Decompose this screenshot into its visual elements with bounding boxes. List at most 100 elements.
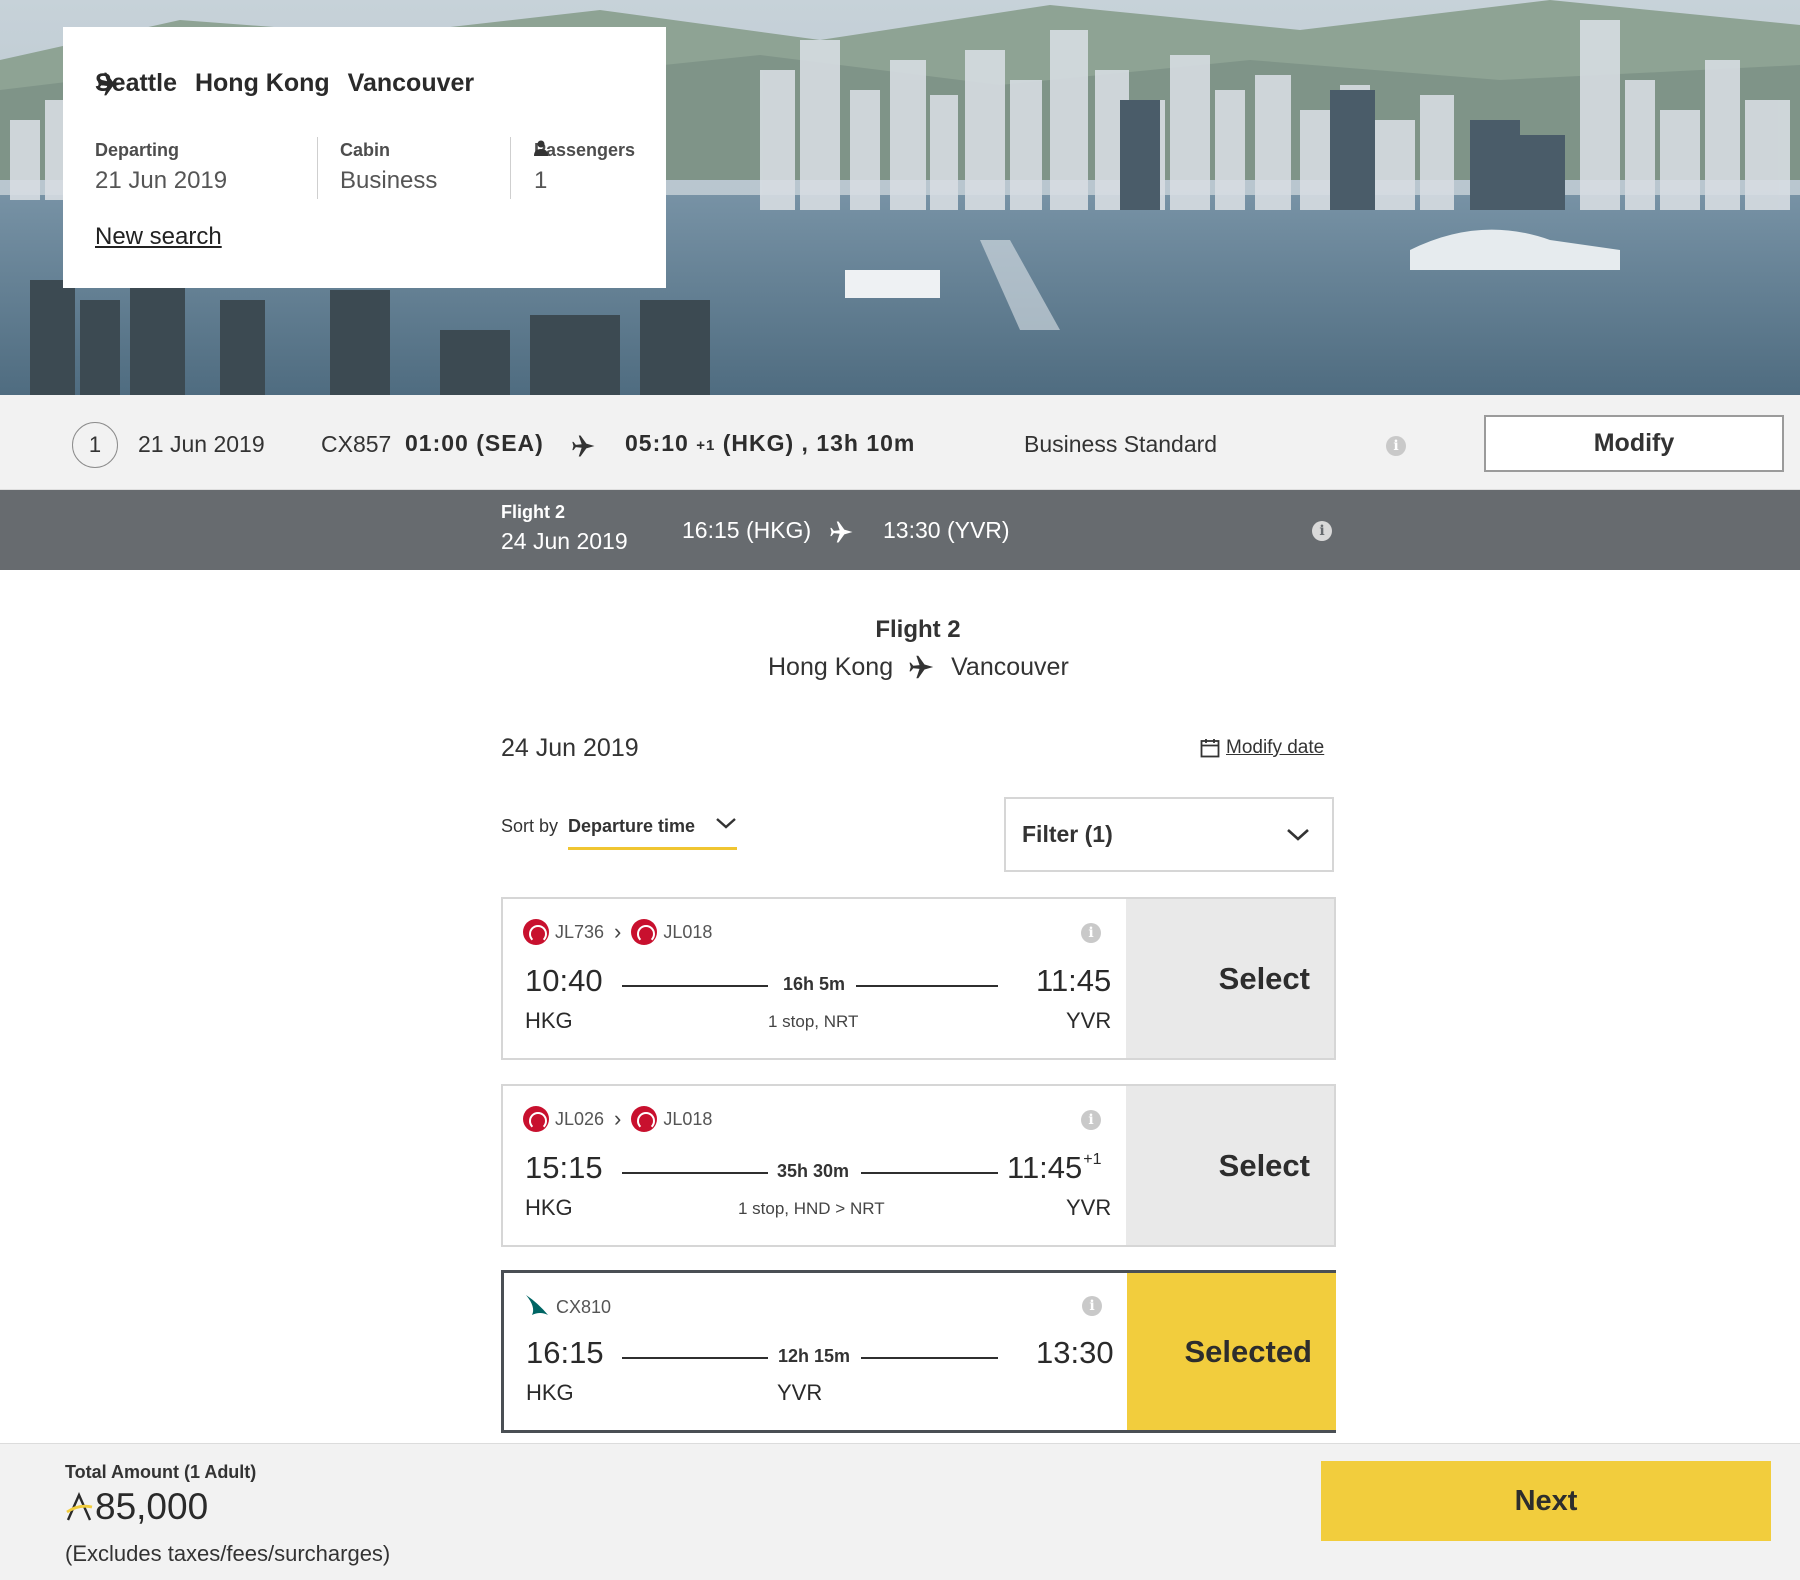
hero-banner: Seattle Hong Kong Vancouver Departing 21…: [0, 0, 1800, 395]
flight-option-card: JL026 › JL018 i 15:15 HKG 35h 30m 1 stop…: [501, 1084, 1336, 1247]
departure-airport: HKG: [525, 1008, 573, 1033]
divider: [317, 137, 318, 199]
filter-dropdown[interactable]: Filter (1): [1004, 797, 1334, 872]
passengers-label: Passengers: [534, 140, 636, 160]
flight-2-bar-departure: 16:15 (HKG): [682, 517, 812, 543]
segment-flight-number: JL018: [663, 1108, 713, 1129]
total-amount-value: 85,000: [95, 1486, 209, 1527]
departure-airport: HKG: [526, 1380, 574, 1405]
duration: 12h 15m: [778, 1346, 851, 1366]
segment-flight-number: CX810: [556, 1296, 612, 1317]
chevron-right-icon: ›: [614, 919, 622, 944]
passengers-info: Passengers 1: [534, 140, 635, 195]
section-destination: Vancouver: [951, 652, 1069, 681]
cabin-label: Cabin: [340, 140, 391, 160]
flight-1-departure: 01:00 (SEA): [405, 430, 544, 456]
flight-segments: JL026 › JL018: [523, 1106, 712, 1132]
section-title: Flight 2: [875, 616, 961, 643]
total-label: Total Amount (1 Adult): [65, 1462, 257, 1482]
flight-1-number: CX857: [321, 431, 392, 457]
select-button[interactable]: Select: [1126, 899, 1334, 1058]
route-line: [861, 1357, 998, 1359]
route-destination: Vancouver: [347, 69, 475, 97]
plane-icon: [909, 655, 934, 679]
duration: 35h 30m: [777, 1161, 850, 1181]
arrival-time: 11:45: [1036, 963, 1111, 999]
duration: 16h 5m: [783, 974, 846, 994]
cabin-info: Cabin Business: [340, 140, 437, 195]
select-button[interactable]: Select: [1126, 1086, 1334, 1245]
modify-button[interactable]: Modify: [1484, 415, 1784, 472]
section-origin: Hong Kong: [768, 652, 894, 681]
chevron-right-icon: ›: [614, 1106, 622, 1131]
arrival-time: 11:45+1: [1007, 1150, 1102, 1186]
new-search-link[interactable]: New search: [95, 223, 222, 251]
flight-2-bar-label: Flight 2: [501, 502, 565, 522]
stops-info: 1 stop, NRT: [768, 1012, 859, 1031]
flight-option-card: JL736 › JL018 i 10:40 HKG 16h 5m 1 stop,…: [501, 897, 1336, 1060]
flight-1-arrival-time: 05:10: [625, 430, 689, 456]
arrival-time-value: 13:30: [1036, 1335, 1114, 1370]
departing-info: Departing 21 Jun 2019: [95, 140, 227, 195]
passengers-value-row: 1: [534, 140, 635, 195]
route-line: [622, 985, 768, 987]
segment-flight-number: JL026: [555, 1108, 605, 1129]
search-summary-card: Seattle Hong Kong Vancouver Departing 21…: [63, 27, 666, 288]
plane-icon: [572, 435, 595, 457]
sort-label: Sort by: [501, 816, 559, 836]
flight-1-arrival: 05:10 +1 (HKG) , 13h 10m: [625, 430, 915, 457]
departure-time: 10:40: [525, 963, 603, 998]
departure-airport: HKG: [525, 1195, 573, 1220]
flight-1-date: 21 Jun 2019: [138, 431, 265, 457]
jal-logo-icon: [523, 1106, 549, 1132]
cabin-value: Business: [340, 167, 438, 194]
flight-segments: CX810: [524, 1293, 611, 1321]
list-date: 24 Jun 2019: [501, 734, 639, 762]
arrival-time-value: 11:45: [1036, 963, 1112, 998]
divider: [510, 137, 511, 199]
info-icon[interactable]: i: [1312, 521, 1332, 541]
route-line: [861, 1172, 998, 1174]
plane-icon: [97, 72, 122, 96]
info-icon[interactable]: i: [1082, 1296, 1102, 1316]
section-route: Hong Kong Vancouver: [768, 652, 1069, 682]
total-note: (Excludes taxes/fees/surcharges): [65, 1541, 391, 1566]
person-icon: [534, 140, 548, 156]
flight-segments: JL736 › JL018: [523, 919, 712, 945]
asia-miles-icon: [66, 1492, 93, 1521]
departing-label: Departing: [95, 140, 180, 160]
next-button[interactable]: Next: [1321, 1461, 1771, 1541]
flight-2-bar-arrival: 13:30 (YVR): [883, 517, 1010, 543]
sort-dropdown[interactable]: Departure time: [568, 810, 737, 850]
search-route: Seattle Hong Kong Vancouver: [95, 69, 474, 98]
modify-date-link[interactable]: Modify date: [1200, 737, 1324, 759]
passengers-value: 1: [534, 167, 548, 194]
segment-flight-number: JL018: [663, 921, 713, 942]
departure-time: 15:15: [525, 1150, 603, 1185]
filter-label: Filter (1): [1022, 821, 1113, 847]
flight-1-cabin: Business Standard: [1024, 431, 1218, 457]
flight-option-card-selected: CX810 i 16:15 HKG 12h 15m YVR 13:30 Sele…: [501, 1270, 1336, 1433]
info-icon[interactable]: i: [1081, 923, 1101, 943]
flight-2-bar-date: 24 Jun 2019: [501, 528, 628, 554]
arrival-time-value: 11:45: [1007, 1150, 1083, 1185]
info-icon[interactable]: i: [1081, 1110, 1101, 1130]
modify-date-label: Modify date: [1226, 737, 1325, 758]
jal-logo-icon: [523, 919, 549, 945]
jal-logo-icon: [631, 1106, 658, 1132]
info-icon[interactable]: i: [1386, 436, 1406, 456]
stops-info: YVR: [777, 1380, 823, 1405]
arrival-day-offset: +1: [1083, 1151, 1102, 1168]
arrival-airport: YVR: [1066, 1008, 1112, 1033]
departure-time: 16:15: [526, 1335, 604, 1370]
route-line: [856, 985, 998, 987]
chevron-down-icon: [716, 818, 736, 829]
segment-flight-number: JL736: [555, 921, 605, 942]
chevron-down-icon: [1287, 829, 1309, 841]
flight-1-summary-bar: 1 21 Jun 2019 CX857 01:00 (SEA) 05:10 +1…: [0, 395, 1800, 490]
selected-button[interactable]: Selected: [1127, 1273, 1336, 1430]
plane-icon: [830, 521, 853, 543]
arrival-airport: YVR: [1066, 1195, 1112, 1220]
flight-2-summary-bar: Flight 2 24 Jun 2019 16:15 (HKG) 13:30 (…: [0, 490, 1800, 570]
flight-1-step-badge: 1: [72, 422, 118, 468]
